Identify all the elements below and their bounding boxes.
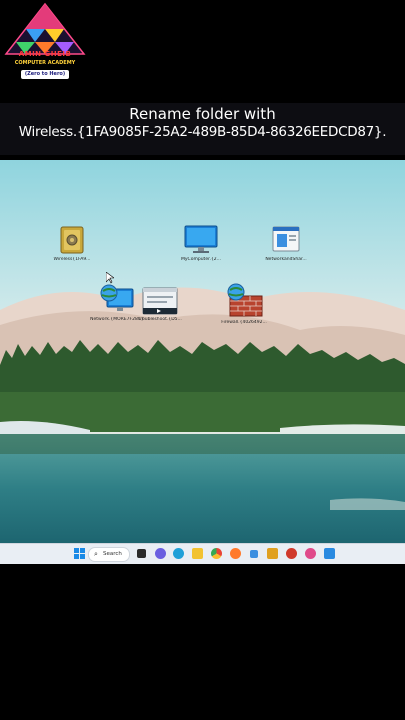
task-view-icon[interactable] [137, 549, 146, 558]
taskbar-search-box[interactable]: ⌕ Search [88, 547, 130, 562]
channel-name: AMIN GHEIB [18, 50, 72, 58]
desktop-icon-label: NetworkandShar... [265, 257, 307, 262]
desktop-icon-network-sharing[interactable]: NetworkandShar... [254, 225, 318, 262]
start-icon[interactable] [74, 548, 85, 559]
edge-icon[interactable] [173, 548, 184, 559]
file-explorer-icon[interactable] [192, 548, 203, 559]
desktop-icon-firewall[interactable]: Firewall.{4026492... [212, 282, 276, 325]
taskbar: ⌕ Search [0, 543, 405, 564]
chat-icon[interactable] [155, 548, 166, 559]
wallpaper [0, 160, 405, 543]
channel-subtitle: COMPUTER ACADEMY [14, 60, 76, 66]
desktop-icon-wireless[interactable]: Wireless{1FA9... [40, 225, 104, 262]
search-icon: ⌕ [94, 550, 98, 558]
search-label: Search [103, 551, 122, 557]
desktop-icon-label: Troubleshoot.{D5... [138, 317, 182, 322]
chrome-icon[interactable] [211, 548, 222, 559]
settings-icon[interactable] [324, 548, 335, 559]
monitor-icon [184, 225, 218, 253]
desktop-icon-label: MyComputer.{2... [181, 257, 221, 262]
desktop[interactable]: Wireless{1FA9... MyComputer.{2... Networ… [0, 160, 405, 543]
mail-icon[interactable] [250, 550, 258, 558]
media-icon[interactable] [305, 548, 316, 559]
desktop-icon-label: Firewall.{4026492... [221, 320, 267, 325]
firefox-icon[interactable] [230, 548, 241, 559]
safe-icon [60, 226, 84, 254]
store-icon[interactable] [267, 548, 278, 559]
media-player-icon [142, 287, 178, 315]
desktop-icon-mycomputer[interactable]: MyComputer.{2... [169, 225, 233, 262]
desktop-icon-label: Wireless{1FA9... [53, 257, 91, 262]
window-doc-icon [272, 226, 300, 252]
photos-icon[interactable] [286, 548, 297, 559]
mouse-cursor-icon [106, 272, 114, 284]
desktop-icon-troubleshoot[interactable]: Troubleshoot.{D5... [128, 287, 192, 322]
caption-line-2: Wireless.{1FA9085F-25A2-489B-85D4-86326E… [18, 124, 387, 140]
firewall-icon [227, 283, 263, 317]
caption-line-1: Rename folder with [129, 105, 276, 123]
channel-tagline: (Zero to Hero) [21, 70, 69, 79]
